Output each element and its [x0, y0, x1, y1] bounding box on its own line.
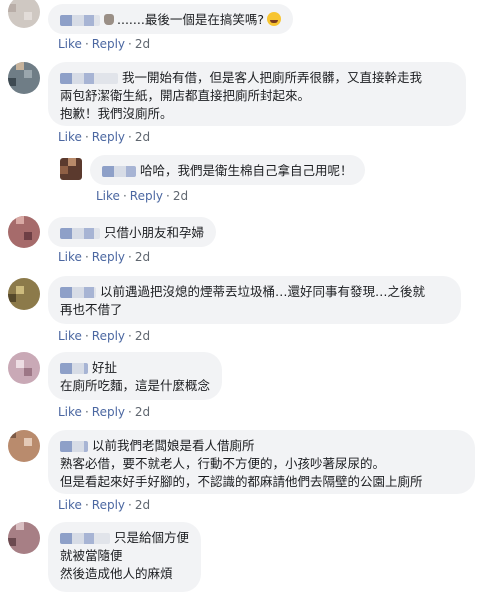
reply-link[interactable]: Reply: [92, 130, 125, 144]
commenter-name[interactable]: [60, 15, 100, 26]
avatar[interactable]: [8, 0, 40, 28]
comment-text-line: .......最後一個是在搞笑嗎?: [117, 12, 264, 27]
comment-bubble: 只是給個方便 就被當隨便 然後造成他人的麻煩: [48, 522, 202, 592]
hand-icon: [104, 14, 114, 25]
comment-bubble: 以前我們老闆娘是看人借廁所 熟客必借，要不就老人，行動不方便的，小孩吵著尿尿的。…: [48, 430, 475, 494]
avatar[interactable]: [60, 158, 82, 180]
comment-age[interactable]: 2d: [135, 498, 150, 512]
comment-age[interactable]: 2d: [135, 37, 150, 51]
comment-text-line: 在廁所吃麵，這是什麼概念: [60, 378, 211, 393]
comment-age[interactable]: 2d: [135, 405, 150, 419]
comment-age[interactable]: 2d: [135, 329, 150, 343]
reply-link[interactable]: Reply: [130, 189, 163, 203]
comment-bubble: 我一開始有借，但是客人把廁所弄很髒，又直接幹走我 兩包舒潔衛生紙，開店都直接把廁…: [48, 62, 466, 126]
comment-age[interactable]: 2d: [135, 250, 150, 264]
comment-bubble: 好扯 在廁所吃麵，這是什麼概念: [48, 352, 223, 400]
like-link[interactable]: Like: [58, 329, 82, 343]
comment-text-line: 抱歉！我們沒廁所。: [60, 106, 173, 121]
comment-bubble: .......最後一個是在搞笑嗎?: [48, 4, 293, 34]
comment-actions: Like · Reply · 2d: [58, 405, 151, 419]
avatar[interactable]: [8, 352, 40, 384]
comment-text-line: 再也不借了: [60, 302, 123, 317]
commenter-name[interactable]: [102, 166, 136, 177]
reply-link[interactable]: Reply: [92, 250, 125, 264]
comment-text-line: 以前遇過把沒熄的煙蒂丟垃圾桶…還好同事有發現…之後就: [100, 284, 426, 299]
comment-age[interactable]: 2d: [173, 189, 188, 203]
commenter-name[interactable]: [60, 533, 110, 544]
comment-text-line: 好扯: [92, 360, 118, 375]
comment-actions: Like · Reply · 2d: [58, 329, 151, 343]
comment-actions: Like · Reply · 2d: [58, 130, 151, 144]
reply-link[interactable]: Reply: [92, 37, 125, 51]
comment-bubble: 只借小朋友和孕婦: [48, 217, 217, 247]
like-link[interactable]: Like: [58, 37, 82, 51]
commenter-name[interactable]: [60, 441, 88, 452]
like-link[interactable]: Like: [58, 250, 82, 264]
comment-text-line: 但是看起來好手好腳的，不認識的都麻請他們去隔壁的公園上廁所: [60, 474, 423, 489]
like-link[interactable]: Like: [58, 405, 82, 419]
comment-text-line: 哈哈，我們是衛生棉自己拿自己用呢！: [140, 163, 353, 178]
comment-text-line: 熟客必借，要不就老人，行動不方便的，小孩吵著尿尿的。: [60, 456, 386, 471]
comment-text-line: 我一開始有借，但是客人把廁所弄很髒，又直接幹走我: [122, 70, 423, 85]
reply-link[interactable]: Reply: [92, 498, 125, 512]
reply-link[interactable]: Reply: [92, 405, 125, 419]
avatar[interactable]: [8, 278, 40, 310]
commenter-name[interactable]: [60, 363, 88, 374]
laughing-emoji-icon: [266, 12, 281, 26]
avatar[interactable]: [8, 522, 40, 554]
comment-bubble: 以前遇過把沒熄的煙蒂丟垃圾桶…還好同事有發現…之後就 再也不借了: [48, 276, 461, 324]
comment-text-line: 以前我們老闆娘是看人借廁所: [92, 438, 255, 453]
avatar[interactable]: [8, 62, 40, 94]
comment-actions: Like · Reply · 2d: [96, 189, 189, 203]
commenter-name[interactable]: [60, 287, 96, 298]
comment-text-line: 只是給個方便: [114, 530, 190, 545]
avatar[interactable]: [8, 430, 40, 462]
reply-link[interactable]: Reply: [92, 329, 125, 343]
like-link[interactable]: Like: [96, 189, 120, 203]
comment-text-line: 然後造成他人的麻煩: [60, 566, 173, 581]
avatar[interactable]: [8, 216, 40, 248]
comment-text-line: 兩包舒潔衛生紙，開店都直接把廁所封起來。: [60, 88, 311, 103]
comment-text-line: 只借小朋友和孕婦: [104, 225, 205, 240]
like-link[interactable]: Like: [58, 498, 82, 512]
comment-actions: Like · Reply · 2d: [58, 250, 151, 264]
comment-actions: Like · Reply · 2d: [58, 37, 151, 51]
comment-age[interactable]: 2d: [135, 130, 150, 144]
comment-actions: Like · Reply · 2d: [58, 498, 151, 512]
commenter-name[interactable]: [60, 228, 100, 239]
comment-bubble: 哈哈，我們是衛生棉自己拿自己用呢！: [90, 155, 365, 185]
comment-text-line: 就被當隨便: [60, 548, 123, 563]
like-link[interactable]: Like: [58, 130, 82, 144]
commenter-name[interactable]: [60, 73, 118, 84]
